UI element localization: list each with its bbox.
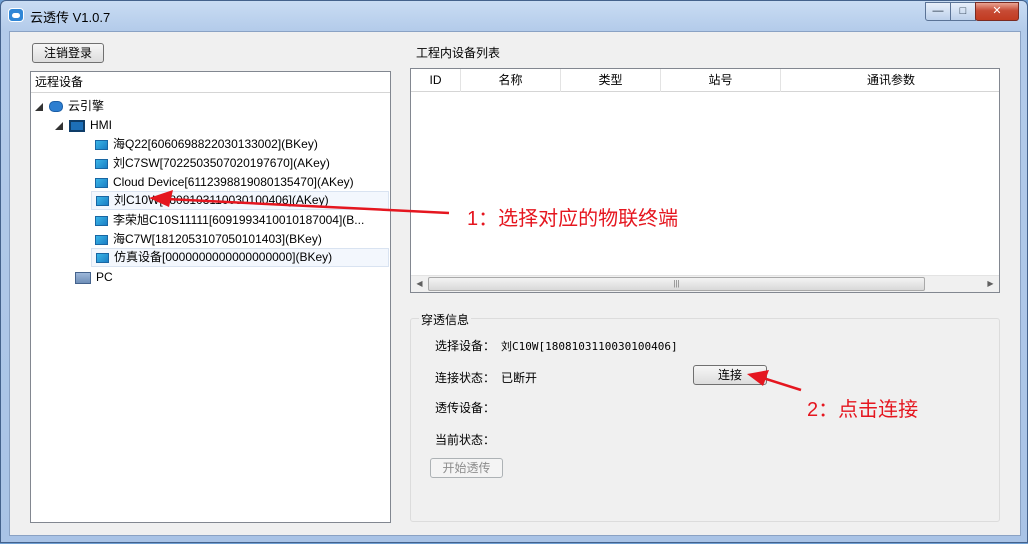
arrowhead-step1-icon	[149, 190, 173, 207]
annotation-step1: 1：选择对应的物联终端	[467, 208, 679, 230]
arrowhead-step2-icon	[747, 370, 769, 386]
app-window: 云透传 V1.0.7 — □ ✕ 注销登录 远程设备 云引擎 HMI 海Q22[…	[0, 0, 1028, 543]
arrow-line-step2	[762, 376, 802, 392]
annotation-arrows	[149, 190, 802, 392]
annotation-step2: 2：点击连接	[807, 399, 919, 421]
arrow-line-step1	[166, 197, 450, 215]
